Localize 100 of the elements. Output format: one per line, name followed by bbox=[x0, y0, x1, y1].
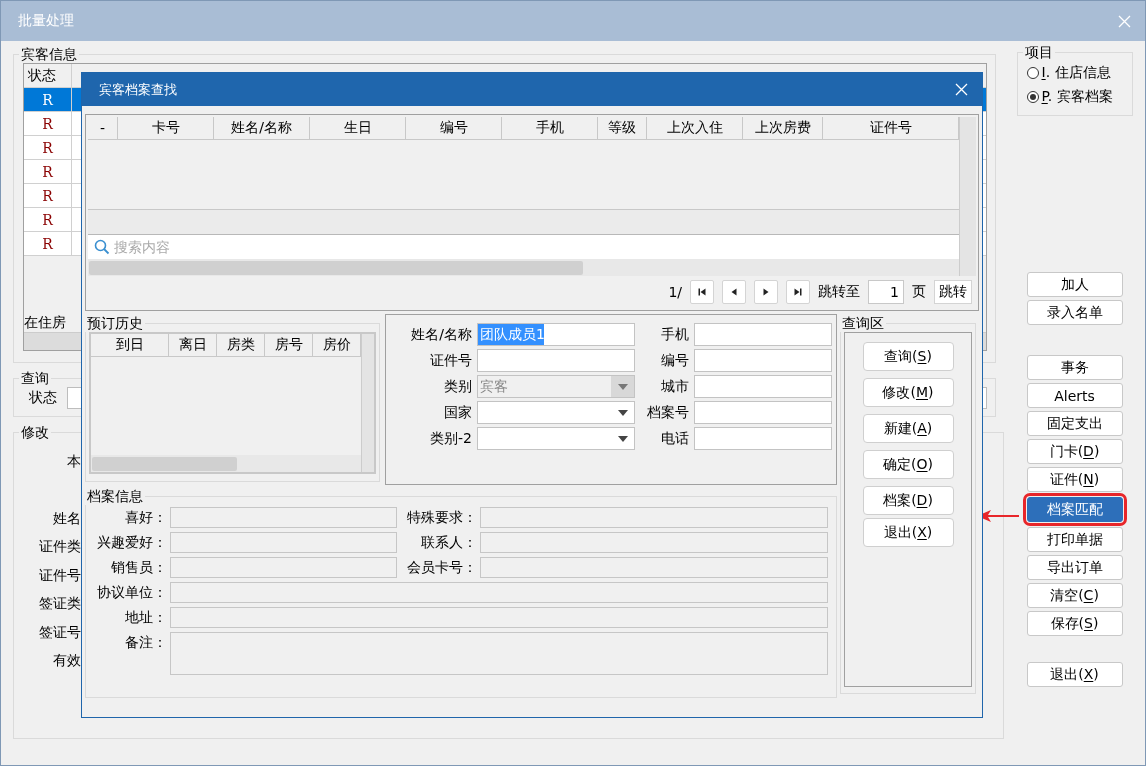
page-input[interactable]: 1 bbox=[868, 280, 904, 304]
pager-button[interactable] bbox=[690, 280, 714, 304]
field-label: 手机 bbox=[660, 325, 689, 344]
status-cell[interactable]: R bbox=[24, 184, 72, 208]
group-title: 宾客信息 bbox=[20, 45, 78, 63]
scrollbar[interactable] bbox=[88, 259, 959, 276]
radio-icon[interactable] bbox=[1026, 91, 1039, 103]
action-button[interactable]: 录入名单 bbox=[1026, 300, 1123, 325]
text-field[interactable] bbox=[694, 375, 832, 398]
search-icon bbox=[94, 239, 110, 255]
field-label: 协议单位： bbox=[96, 583, 167, 602]
text-field[interactable] bbox=[694, 323, 832, 346]
group-title: 预订历史 bbox=[86, 314, 144, 332]
pager-button[interactable] bbox=[786, 280, 810, 304]
scrollbar[interactable] bbox=[361, 334, 374, 472]
radio-option[interactable]: I. 住店信息 bbox=[1026, 61, 1124, 85]
window-title: 批量处理 bbox=[18, 12, 74, 30]
field-label: 证件号 bbox=[38, 565, 81, 585]
close-icon[interactable] bbox=[955, 83, 968, 96]
text-field[interactable] bbox=[170, 607, 828, 628]
last-page-icon bbox=[793, 287, 803, 297]
dropdown-field[interactable] bbox=[477, 427, 635, 450]
status-cell[interactable]: R bbox=[24, 136, 72, 160]
dropdown-field[interactable] bbox=[477, 401, 635, 424]
status-cell[interactable]: R bbox=[24, 112, 72, 136]
status-cell[interactable]: R bbox=[24, 208, 72, 232]
page-count: 1/ bbox=[668, 284, 682, 300]
field-label: 电话 bbox=[660, 429, 689, 448]
group-title: 查询区 bbox=[841, 314, 885, 332]
field-label: 喜好： bbox=[124, 508, 167, 527]
action-button[interactable]: 新建(A) bbox=[862, 414, 954, 443]
action-button[interactable]: 退出(X) bbox=[862, 518, 954, 547]
status-cell[interactable]: R bbox=[24, 160, 72, 184]
field-label: 状态 bbox=[29, 389, 57, 407]
field-label: 备注： bbox=[124, 633, 167, 652]
field-label: 销售员： bbox=[110, 558, 167, 577]
status-cell[interactable]: R bbox=[24, 88, 72, 112]
text-field[interactable] bbox=[170, 532, 397, 553]
previous-page-icon bbox=[729, 287, 739, 297]
text-field[interactable] bbox=[694, 349, 832, 372]
action-button[interactable]: 档案(D) bbox=[862, 486, 954, 515]
field-label: 特殊要求： bbox=[406, 508, 477, 527]
next-page-icon bbox=[761, 287, 771, 297]
field-label: 类别 bbox=[443, 377, 472, 396]
field-label: 编号 bbox=[660, 351, 689, 370]
action-button[interactable]: 固定支出 bbox=[1026, 411, 1123, 436]
caret-icon bbox=[617, 383, 628, 390]
action-button[interactable]: 证件(N) bbox=[1026, 467, 1123, 492]
field-label: 兴趣爱好： bbox=[96, 533, 167, 552]
radio-option[interactable]: P. 宾客档案 bbox=[1026, 85, 1124, 109]
text-field[interactable] bbox=[480, 532, 828, 553]
status-cell[interactable]: R bbox=[24, 232, 72, 256]
group-title: 项目 bbox=[1023, 43, 1054, 61]
search-field[interactable]: 搜索内容 bbox=[88, 235, 959, 259]
text-field[interactable] bbox=[170, 507, 397, 528]
field-label: 联系人： bbox=[420, 533, 477, 552]
field-label: 姓名 bbox=[52, 508, 81, 528]
action-button[interactable]: 修改(M) bbox=[862, 378, 954, 407]
field-label: 城市 bbox=[660, 377, 689, 396]
field-label: 档案号 bbox=[646, 403, 689, 422]
pager-button[interactable] bbox=[722, 280, 746, 304]
text-field[interactable] bbox=[170, 557, 397, 578]
action-button[interactable]: 确定(O) bbox=[862, 450, 954, 479]
action-button[interactable]: 导出订单 bbox=[1026, 555, 1123, 580]
scrollbar[interactable] bbox=[959, 117, 976, 276]
action-button[interactable]: 保存(S) bbox=[1026, 611, 1123, 636]
text-field[interactable] bbox=[480, 557, 828, 578]
group-title: 修改 bbox=[20, 423, 50, 441]
text-field[interactable] bbox=[477, 349, 635, 372]
scrollbar[interactable] bbox=[91, 455, 361, 472]
action-button[interactable]: 加人 bbox=[1026, 272, 1123, 297]
first-page-icon bbox=[697, 287, 707, 297]
footer-label: 在住房 bbox=[24, 313, 66, 332]
text-field[interactable] bbox=[170, 632, 828, 675]
pager-button[interactable] bbox=[754, 280, 778, 304]
action-button[interactable]: 打印单据 bbox=[1026, 527, 1123, 552]
action-button[interactable]: 查询(S) bbox=[862, 342, 954, 371]
field-label: 会员卡号： bbox=[406, 558, 477, 577]
field-label: 证件类 bbox=[38, 537, 81, 556]
field-label: 姓名/名称 bbox=[410, 325, 472, 344]
action-button[interactable]: 门卡(D) bbox=[1026, 439, 1123, 464]
field-label: 签证类 bbox=[38, 594, 81, 613]
field-label: 类别-2 bbox=[429, 429, 472, 448]
dialog-title: 宾客档案查找 bbox=[99, 80, 177, 99]
radio-icon[interactable] bbox=[1026, 67, 1039, 79]
jump-button[interactable]: 跳转 bbox=[934, 280, 972, 304]
action-button[interactable]: 退出(X) bbox=[1026, 662, 1123, 687]
text-field[interactable] bbox=[480, 507, 828, 528]
text-field[interactable] bbox=[694, 401, 832, 424]
group-title: 查询 bbox=[20, 369, 50, 387]
field-label: 国家 bbox=[443, 403, 472, 422]
text-field[interactable] bbox=[170, 582, 828, 603]
text-field[interactable] bbox=[694, 427, 832, 450]
jump-label: 跳转至 bbox=[818, 283, 860, 301]
action-button[interactable]: Alerts bbox=[1026, 383, 1123, 408]
action-button[interactable]: 清空(C) bbox=[1026, 583, 1123, 608]
field-label: 证件号 bbox=[429, 351, 472, 370]
group-title: 档案信息 bbox=[86, 487, 144, 505]
action-button[interactable]: 事务 bbox=[1026, 355, 1123, 380]
field-label: 本 bbox=[66, 452, 81, 471]
